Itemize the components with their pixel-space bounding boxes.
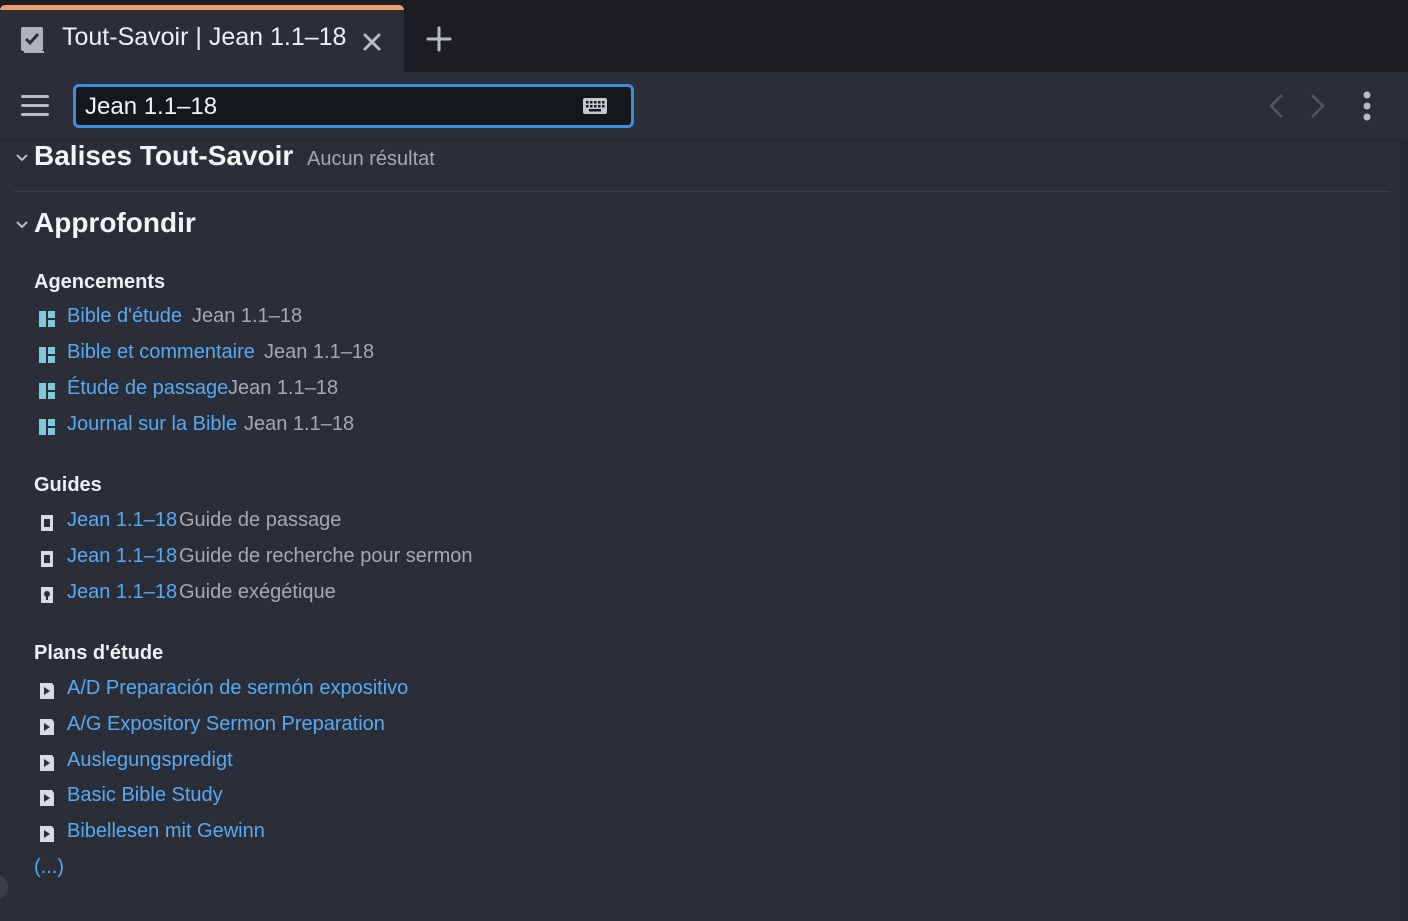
guide-book-icon <box>41 587 53 603</box>
item-meta: Jean 1.1–18 <box>192 305 303 327</box>
vertical-scrollbar[interactable] <box>1400 141 1408 921</box>
layout-icon <box>39 383 55 399</box>
guide-book-icon <box>41 515 53 531</box>
search-box <box>73 84 634 128</box>
layout-link[interactable]: Étude de passage <box>67 377 228 400</box>
item-meta: Guide de passage <box>179 509 342 531</box>
new-tab-plus-icon[interactable] <box>426 26 452 52</box>
section-title-approfondir: Approfondir <box>34 207 196 238</box>
item-meta: Guide exégétique <box>179 581 336 603</box>
layout-link[interactable]: Journal sur la Bible <box>67 413 237 436</box>
item-meta: Jean 1.1–18 <box>264 341 375 363</box>
back-arrow-icon[interactable] <box>1266 92 1288 120</box>
guide-book-icon <box>41 551 53 567</box>
layout-icon <box>39 347 55 363</box>
active-tab[interactable]: Tout-Savoir | Jean 1.1–18 <box>0 5 404 72</box>
guide-link[interactable]: Jean 1.1–18 <box>67 581 177 604</box>
close-icon[interactable] <box>360 30 384 54</box>
reading-plan-icon <box>40 755 54 771</box>
hamburger-menu-icon[interactable] <box>20 93 50 119</box>
forward-arrow-icon[interactable] <box>1306 92 1328 120</box>
keyboard-icon[interactable] <box>582 97 608 115</box>
subsection-title-plans: Plans d'étude <box>34 642 164 664</box>
search-input[interactable] <box>85 91 565 123</box>
item-meta: Jean 1.1–18 <box>228 377 339 399</box>
section-divider <box>14 191 1390 192</box>
collapse-chevron-icon[interactable] <box>15 153 29 163</box>
subsection-title-guides: Guides <box>34 474 102 496</box>
layout-link[interactable]: Bible et commentaire <box>67 341 255 364</box>
item-meta: Guide de recherche pour sermon <box>179 545 473 567</box>
results-panel: Balises Tout-Savoir Aucun résultat Appro… <box>0 140 1408 921</box>
item-meta: Jean 1.1–18 <box>244 413 355 435</box>
reading-plan-icon <box>40 790 54 806</box>
reading-plan-icon <box>40 683 54 699</box>
plan-link[interactable]: Basic Bible Study <box>67 784 223 807</box>
collapse-chevron-icon[interactable] <box>15 220 29 230</box>
layout-icon <box>39 419 55 435</box>
layout-icon <box>39 311 55 327</box>
more-options-icon[interactable] <box>1360 90 1374 122</box>
guide-link[interactable]: Jean 1.1–18 <box>67 509 177 532</box>
layout-link[interactable]: Bible d'étude <box>67 305 182 328</box>
subsection-title-agencements: Agencements <box>34 271 166 293</box>
plan-link[interactable]: A/D Preparación de sermón expositivo <box>67 677 408 700</box>
show-more-link[interactable]: (...) <box>34 856 64 879</box>
guide-link[interactable]: Jean 1.1–18 <box>67 545 177 568</box>
tab-accent-bar <box>0 5 404 10</box>
section-title-balises: Balises Tout-Savoir <box>34 140 294 171</box>
reading-plan-icon <box>40 826 54 842</box>
tab-title: Tout-Savoir | Jean 1.1–18 <box>62 23 347 51</box>
toolbar <box>0 72 1408 140</box>
plan-link[interactable]: Auslegungspredigt <box>67 749 233 772</box>
tab-bar: Tout-Savoir | Jean 1.1–18 <box>0 0 1408 72</box>
reading-plan-icon <box>40 719 54 735</box>
side-panel-toggle-icon[interactable] <box>0 872 10 902</box>
plan-link[interactable]: A/G Expository Sermon Preparation <box>67 713 385 736</box>
checkbox-document-icon <box>21 27 44 53</box>
plan-link[interactable]: Bibellesen mit Gewinn <box>67 820 265 843</box>
section-note-no-results: Aucun résultat <box>307 148 435 170</box>
